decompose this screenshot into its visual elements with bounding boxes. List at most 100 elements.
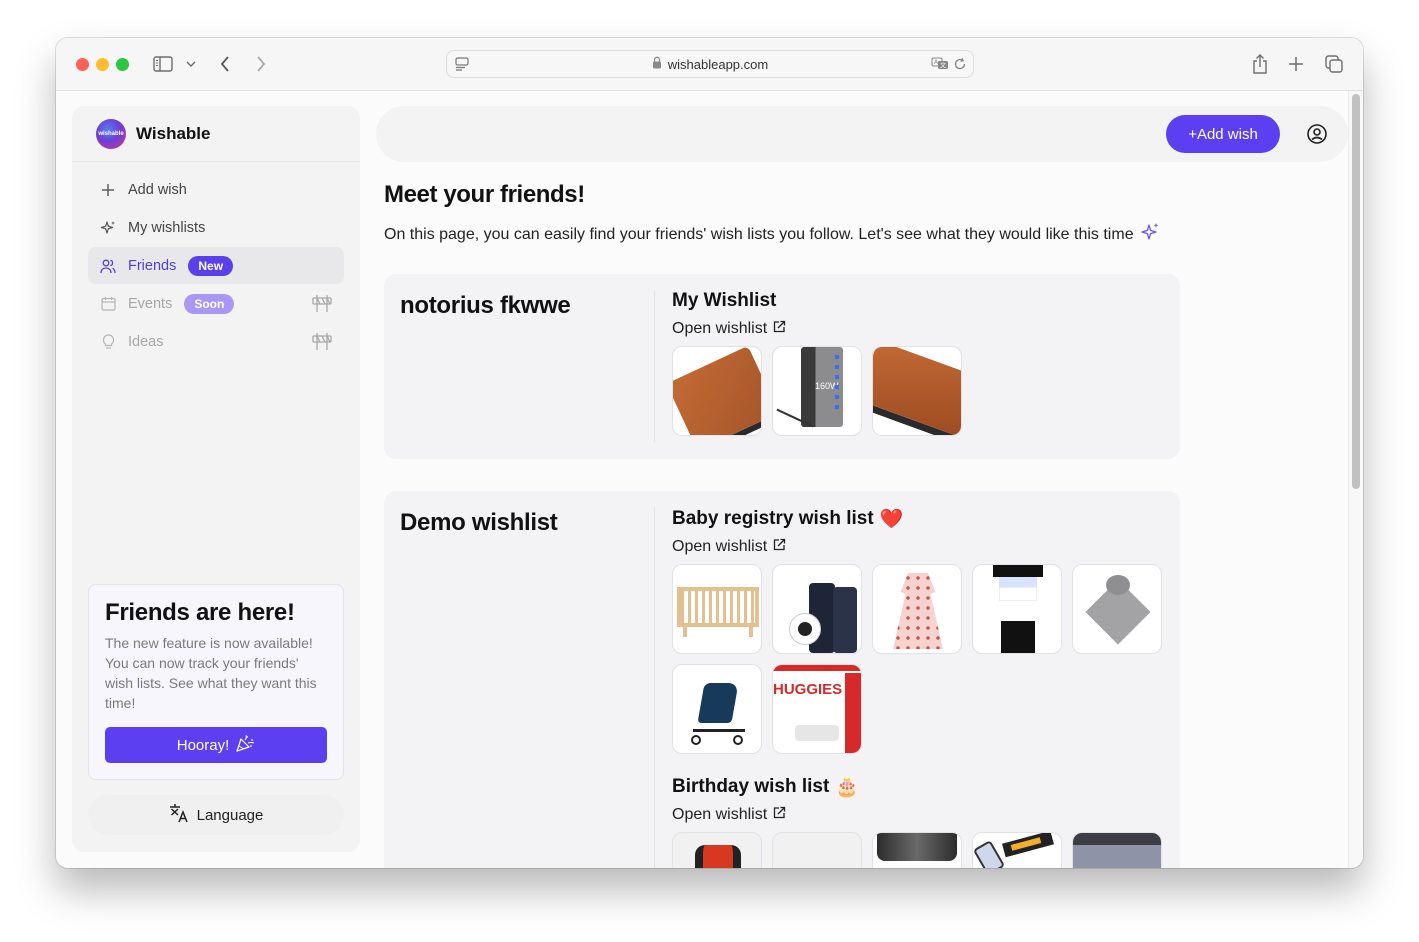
plus-icon (100, 182, 116, 198)
wish-item-charger[interactable]: 160W (772, 346, 862, 436)
sidebar-item-my-wishlists[interactable]: My wishlists (88, 209, 344, 246)
top-bar: +Add wish (376, 106, 1348, 162)
sidebar: wishable Wishable Add wish My wishlists (72, 106, 360, 852)
promo-text: The new feature is now available! You ca… (105, 635, 317, 711)
user-account-icon[interactable] (1306, 123, 1328, 145)
open-wishlist-link[interactable]: Open wishlist (672, 320, 1162, 338)
tab-overview-icon[interactable] (1324, 54, 1344, 74)
sidebar-item-label: Add wish (128, 181, 187, 198)
sidebar-item-add-wish[interactable]: Add wish (88, 171, 344, 208)
sparkle-icon (1140, 222, 1160, 247)
wish-item-photo-printer[interactable] (972, 832, 1062, 868)
sidebar-item-label: Events (128, 295, 173, 312)
wishlist-title-text: Baby registry wish list (672, 507, 874, 529)
party-popper-icon (235, 734, 255, 756)
wish-item-baby-monitor[interactable] (772, 564, 862, 654)
wish-item-stroller[interactable] (672, 664, 762, 754)
maximize-window-button[interactable] (116, 58, 129, 71)
wish-item-huggies-wipes[interactable]: HUGGIES (772, 664, 862, 754)
main-header: Meet your friends! On this page, you can… (384, 181, 1324, 247)
address-bar[interactable]: wishableapp.com 文A (446, 50, 974, 78)
divider (654, 290, 655, 442)
wishlist: Baby registry wish list ❤️ Open wishlist (672, 507, 1162, 754)
reader-icon[interactable] (455, 57, 469, 74)
svg-text:文: 文 (940, 62, 946, 70)
sidebar-toggle-icon[interactable] (152, 54, 174, 74)
cake-icon: 🎂 (835, 776, 859, 798)
calendar-icon (100, 296, 116, 312)
wish-item-pink-dress[interactable] (872, 564, 962, 654)
page-scrollbar[interactable] (1348, 91, 1363, 868)
wishable-logo-icon: wishable (96, 118, 126, 149)
page-content: wishable Wishable Add wish My wishlists (56, 91, 1363, 868)
minimize-window-button[interactable] (96, 58, 109, 71)
sidebar-item-friends[interactable]: Friends New (88, 247, 344, 284)
close-window-button[interactable] (76, 58, 89, 71)
soon-badge: Soon (184, 293, 235, 314)
wish-item-phone-mount[interactable] (872, 832, 962, 868)
external-link-icon (773, 806, 786, 824)
new-badge: New (188, 255, 234, 276)
new-tab-icon[interactable] (1286, 54, 1306, 74)
friend-card: Demo wishlist Baby registry wish list ❤️… (384, 491, 1180, 868)
divider (654, 507, 655, 868)
wishlist: Birthday wish list 🎂 Open wishlist (672, 775, 1162, 868)
reload-icon[interactable] (953, 57, 967, 74)
friends-promo-card: Friends are here! The new feature is now… (88, 584, 344, 780)
language-button[interactable]: Language (88, 795, 344, 835)
wish-item-crib[interactable] (672, 564, 762, 654)
chevron-down-icon[interactable] (184, 56, 198, 72)
browser-toolbar: wishableapp.com 文A (56, 38, 1363, 91)
wish-item-outfit[interactable] (972, 564, 1062, 654)
subtitle-text: On this page, you can easily find your f… (384, 225, 1134, 243)
external-link-icon (773, 320, 786, 338)
wishlist-items: HUGGIES (672, 564, 1162, 754)
wishlist-title: Birthday wish list 🎂 (672, 775, 1162, 799)
back-icon[interactable] (216, 54, 234, 74)
wish-item-wallet[interactable] (872, 346, 962, 436)
sidebar-item-ideas[interactable]: Ideas (88, 323, 344, 360)
wish-item-wallet[interactable] (672, 346, 762, 436)
translate-icon[interactable]: 文A (931, 57, 949, 74)
open-wishlist-label: Open wishlist (672, 806, 768, 823)
language-label: Language (196, 806, 264, 824)
external-link-icon (773, 538, 786, 556)
sparkles-icon (100, 220, 116, 236)
sidebar-item-events[interactable]: Events Soon (88, 285, 344, 322)
wishlist-title-text: Birthday wish list (672, 775, 830, 797)
open-wishlist-label: Open wishlist (672, 320, 768, 337)
sidebar-item-label: Ideas (128, 333, 164, 350)
share-icon[interactable] (1250, 53, 1270, 75)
hooray-button[interactable]: Hooray! (105, 727, 327, 763)
lightbulb-icon (100, 333, 116, 350)
browser-window: wishableapp.com 文A wishable Wishable Add… (56, 38, 1363, 868)
url-text: wishableapp.com (667, 56, 769, 72)
promo-title: Friends are here! (105, 599, 295, 626)
wishlist-items: 160W (672, 346, 1162, 436)
open-wishlist-label: Open wishlist (672, 538, 768, 555)
wish-item-laptop[interactable] (1072, 832, 1162, 868)
friend-name: notorius fkwwe (400, 292, 571, 319)
scrollbar-thumb[interactable] (1352, 94, 1360, 489)
sidebar-item-label: My wishlists (128, 219, 206, 236)
friend-name: Demo wishlist (400, 509, 558, 536)
open-wishlist-link[interactable]: Open wishlist (672, 538, 1162, 556)
translate-icon (169, 803, 189, 827)
sidebar-item-label: Friends (128, 257, 177, 274)
open-wishlist-link[interactable]: Open wishlist (672, 806, 1162, 824)
heart-icon: ❤️ (879, 508, 904, 530)
construction-barrier-icon (312, 333, 332, 354)
wishlist: My Wishlist Open wishlist 160W (672, 290, 1162, 436)
lock-icon (652, 56, 662, 72)
forward-icon[interactable] (252, 54, 270, 74)
add-wish-button[interactable]: +Add wish (1166, 115, 1280, 153)
wish-item-red-jacket[interactable] (672, 832, 762, 868)
brand-name: Wishable (136, 123, 211, 143)
wish-item-placeholder[interactable] (772, 832, 862, 868)
wish-item-elephant-lovey[interactable] (1072, 564, 1162, 654)
page-title: Meet your friends! (384, 181, 585, 208)
brand[interactable]: wishable Wishable (72, 106, 360, 162)
wishlist-title: My Wishlist (672, 290, 777, 311)
sidebar-nav: Add wish My wishlists Friends New Events… (72, 162, 360, 360)
hooray-label: Hooray! (176, 736, 230, 754)
